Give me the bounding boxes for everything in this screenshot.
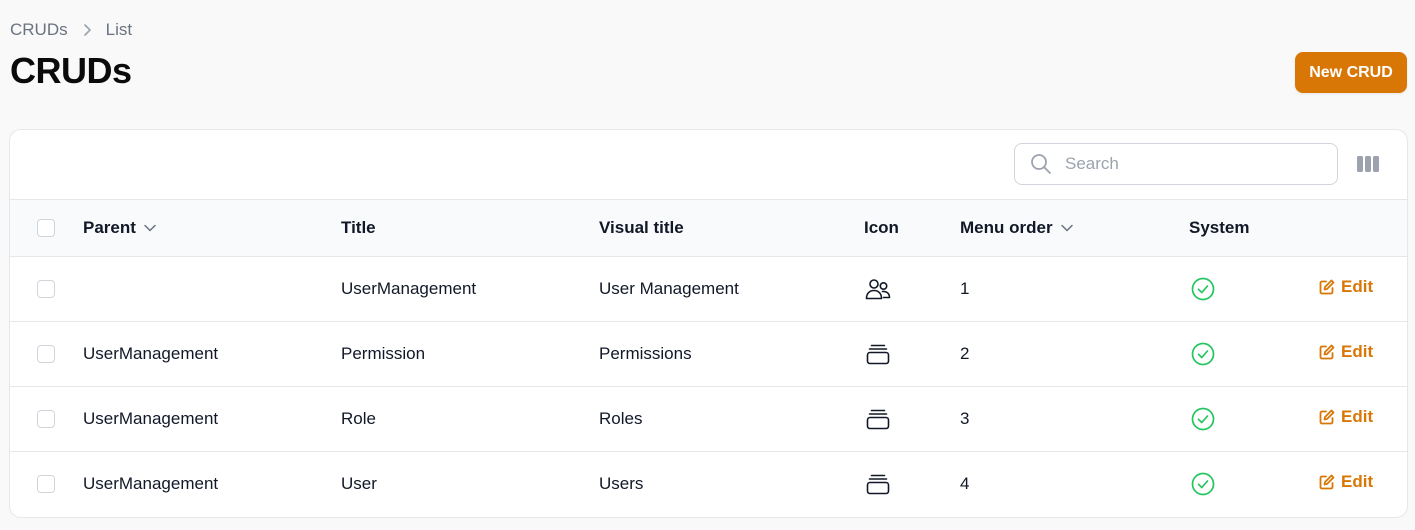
chevron-down-icon <box>1060 224 1073 231</box>
new-crud-button[interactable]: New CRUD <box>1295 52 1407 93</box>
breadcrumb-root-link[interactable]: CRUDs <box>10 20 68 40</box>
visual-title-cell: Users <box>599 473 644 493</box>
users-icon <box>865 278 891 299</box>
breadcrumb-current: List <box>105 20 133 39</box>
edit-link-label: Edit <box>1341 342 1374 361</box>
title-cell: UserManagement <box>341 278 477 298</box>
title-cell: Permission <box>341 343 426 363</box>
parent-header-label: Parent <box>83 217 136 237</box>
row-checkbox[interactable] <box>37 279 55 298</box>
row-checkbox[interactable] <box>37 409 55 428</box>
check-circle-icon <box>1191 277 1215 300</box>
title-cell: Role <box>341 408 376 428</box>
check-circle-icon <box>1191 407 1215 430</box>
edit-link-label: Edit <box>1341 472 1374 492</box>
pencil-square-icon <box>1319 279 1335 295</box>
check-circle-icon <box>1191 472 1215 496</box>
rectangle-stack-icon <box>866 474 890 495</box>
check-circle-icon <box>1191 342 1215 365</box>
parent-cell: UserManagement <box>83 343 219 363</box>
edit-link[interactable]: Edit <box>1319 407 1373 427</box>
parent-cell: UserManagement <box>83 408 219 428</box>
parent-cell <box>83 256 341 321</box>
columns-icon[interactable] <box>1356 154 1380 174</box>
visual-title-column-header: Visual title <box>599 217 684 237</box>
parent-column-header[interactable]: Parent <box>83 218 156 238</box>
edit-link[interactable]: Edit <box>1319 277 1373 297</box>
select-all-checkbox[interactable] <box>37 218 55 237</box>
edit-link-label: Edit <box>1341 277 1374 296</box>
breadcrumb: CRUDs List <box>10 20 132 40</box>
pencil-square-icon <box>1319 474 1335 490</box>
table-card: Parent Title Visual title Icon Menu orde… <box>9 129 1408 518</box>
table-row: UserManagement User Users 4 Edit <box>10 451 1407 516</box>
visual-title-cell: Permissions <box>599 343 692 363</box>
menu-order-header-label: Menu order <box>960 217 1053 237</box>
title-cell: User <box>341 473 377 493</box>
table-row: UserManagement User Management 1 Edit <box>10 256 1407 321</box>
table-toolbar <box>10 130 1407 200</box>
edit-link[interactable]: Edit <box>1319 472 1373 492</box>
system-column-header: System <box>1189 217 1250 237</box>
chevron-right-icon <box>82 23 92 37</box>
table-row: UserManagement Permission Permissions 2 <box>10 321 1407 386</box>
search-box <box>1014 143 1338 185</box>
chevron-down-icon <box>144 224 156 231</box>
icon-column-header: Icon <box>864 217 899 237</box>
row-checkbox[interactable] <box>37 344 55 363</box>
search-input[interactable] <box>1063 153 1307 175</box>
edit-link-label: Edit <box>1341 407 1374 426</box>
menu-order-cell: 1 <box>960 278 970 298</box>
rectangle-stack-icon <box>866 344 890 364</box>
title-column-header: Title <box>341 217 376 237</box>
visual-title-cell: User Management <box>599 278 739 298</box>
row-checkbox[interactable] <box>37 474 55 493</box>
page-title: CRUDs <box>10 50 132 91</box>
parent-cell: UserManagement <box>83 473 219 493</box>
menu-order-cell: 3 <box>960 408 970 428</box>
edit-link[interactable]: Edit <box>1319 342 1373 362</box>
rectangle-stack-icon <box>866 409 890 429</box>
menu-order-column-header[interactable]: Menu order <box>960 218 1073 238</box>
search-icon <box>1031 154 1051 174</box>
menu-order-cell: 2 <box>960 343 970 363</box>
table-row: UserManagement Role Roles 3 Edit <box>10 386 1407 451</box>
cruds-table: Parent Title Visual title Icon Menu orde… <box>10 200 1407 516</box>
pencil-square-icon <box>1319 409 1335 425</box>
table-header-row: Parent Title Visual title Icon Menu orde… <box>10 200 1407 256</box>
pencil-square-icon <box>1319 344 1335 360</box>
menu-order-cell: 4 <box>960 473 970 493</box>
visual-title-cell: Roles <box>599 408 643 428</box>
